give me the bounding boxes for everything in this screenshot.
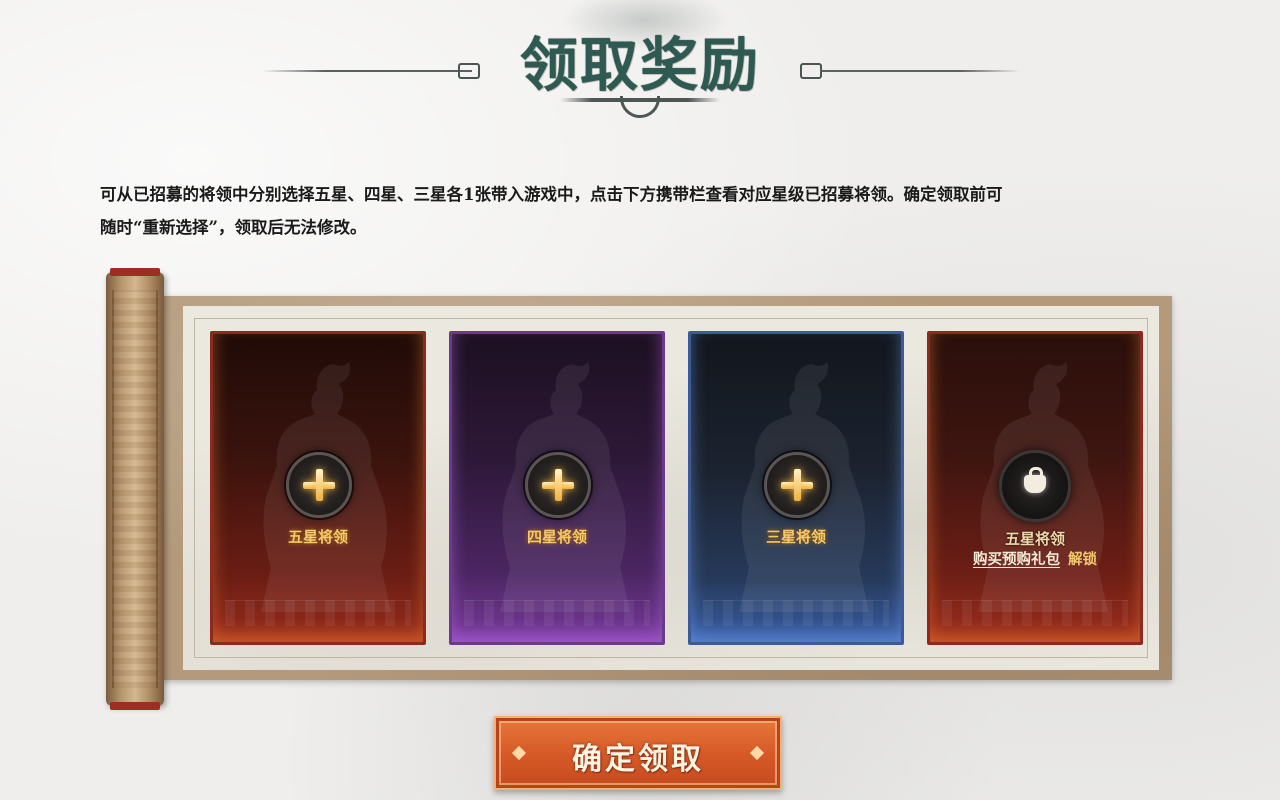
- title-banner: 领取奖励: [0, 0, 1280, 130]
- card-footer-ornament: [464, 600, 650, 626]
- unlock-row: 购买预购礼包 解锁: [930, 548, 1140, 569]
- slot-label: 五星将领: [287, 528, 348, 546]
- general-slot-five-star-locked[interactable]: 五星将领 购买预购礼包 解锁: [927, 331, 1143, 645]
- scroll-roller: [106, 268, 164, 710]
- general-slot-four-star[interactable]: 四星将领: [449, 331, 665, 645]
- title-divider-left: [262, 70, 472, 72]
- title-divider-right: [820, 70, 1020, 72]
- slot-label: 三星将领: [765, 528, 826, 546]
- buy-preorder-pack-link[interactable]: 购买预购礼包: [973, 551, 1060, 568]
- card-footer-ornament: [225, 600, 411, 626]
- instructions-line-1: 可从已招募的将领中分别选择五星、四星、三星各1张带入游戏中，点击下方携带栏查看对…: [100, 185, 1003, 204]
- confirm-claim-label: 确定领取: [572, 742, 704, 777]
- title-ornament-right: [800, 63, 822, 79]
- unlock-text: 解锁: [1068, 551, 1097, 568]
- add-general-button[interactable]: [286, 452, 352, 518]
- locked-slot-button[interactable]: [999, 450, 1071, 522]
- slot-label: 五星将领: [1004, 530, 1065, 548]
- add-general-button[interactable]: [764, 452, 830, 518]
- card-footer-ornament: [942, 600, 1128, 626]
- general-slot-five-star[interactable]: 五星将领: [210, 331, 426, 645]
- lock-icon: [1024, 467, 1046, 493]
- card-footer-ornament: [703, 600, 889, 626]
- scroll-roller-pattern: [112, 290, 158, 688]
- instructions-line-2: 随时“重新选择”，领取后无法修改。: [100, 218, 367, 237]
- instructions-text: 可从已招募的将领中分别选择五星、四星、三星各1张带入游戏中，点击下方携带栏查看对…: [100, 178, 1190, 244]
- general-slot-three-star[interactable]: 三星将领: [688, 331, 904, 645]
- title-ornament-left: [458, 63, 480, 79]
- page-title: 领取奖励: [519, 31, 760, 99]
- add-general-button[interactable]: [525, 452, 591, 518]
- confirm-claim-button[interactable]: 确定领取: [494, 716, 782, 790]
- title-underline-ornament: [620, 96, 660, 118]
- slot-label: 四星将领: [526, 528, 587, 546]
